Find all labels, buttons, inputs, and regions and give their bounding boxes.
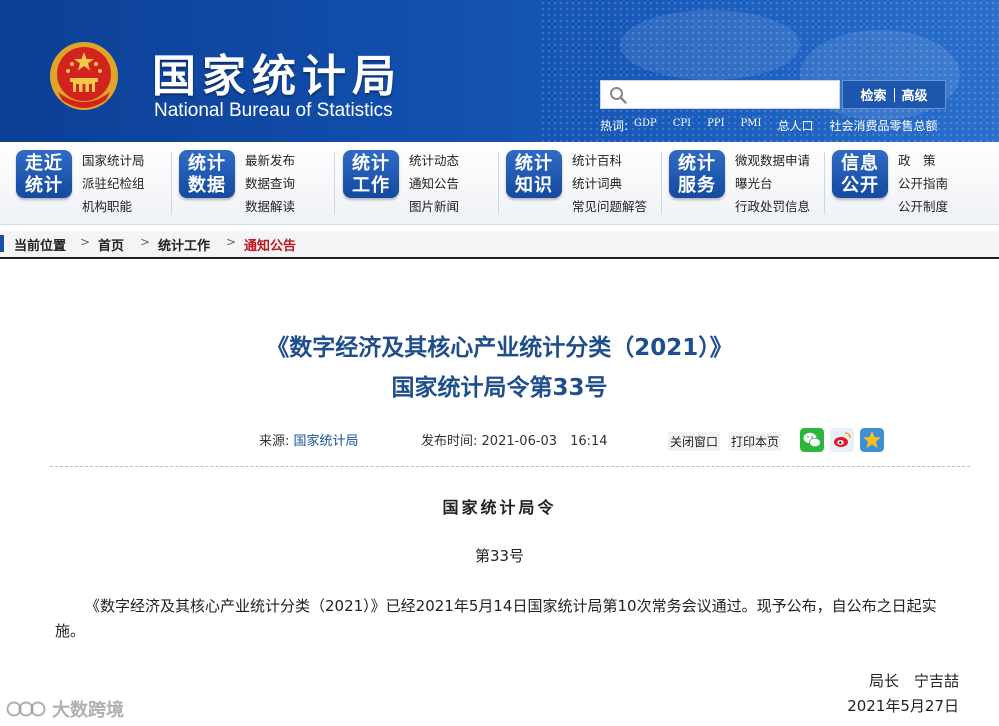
nav-group-service: 统计 服务 微观数据申请 曝光台 行政处罚信息 bbox=[669, 142, 825, 224]
order-number: 第33号 bbox=[474, 547, 525, 565]
watermark: 大数跨境 bbox=[6, 696, 124, 722]
nav-link-penalties[interactable]: 行政处罚信息 bbox=[735, 195, 810, 218]
article-divider bbox=[50, 466, 970, 467]
nav-link-microdata[interactable]: 微观数据申请 bbox=[735, 149, 810, 172]
watermark-logo-icon bbox=[6, 701, 46, 717]
search-input[interactable] bbox=[635, 84, 837, 107]
nav-link-photo-news[interactable]: 图片新闻 bbox=[409, 195, 459, 218]
nav-links: 微观数据申请 曝光台 行政处罚信息 bbox=[735, 149, 810, 218]
nav-link-stat-news[interactable]: 统计动态 bbox=[409, 149, 459, 172]
source-label: 来源: bbox=[259, 434, 290, 449]
nav-badge-work[interactable]: 统计 工作 bbox=[343, 150, 399, 198]
weibo-icon[interactable] bbox=[830, 428, 854, 452]
nav-group-work: 统计 工作 统计动态 通知公告 图片新闻 bbox=[343, 142, 499, 224]
nav-links: 统计动态 通知公告 图片新闻 bbox=[409, 149, 459, 218]
nav-link-notices[interactable]: 通知公告 bbox=[409, 172, 459, 195]
nav-link-latest-release[interactable]: 最新发布 bbox=[245, 149, 295, 172]
nav-links: 最新发布 数据查询 数据解读 bbox=[245, 149, 295, 218]
nav-group-knowledge: 统计 知识 统计百科 统计词典 常见问题解答 bbox=[506, 142, 662, 224]
nav-links: 国家统计局 派驻纪检组 机构职能 bbox=[82, 149, 145, 218]
print-page-button[interactable]: 打印本页 bbox=[729, 432, 782, 451]
search-box bbox=[600, 80, 840, 109]
search-icon bbox=[610, 87, 627, 104]
chevron-right-icon: > bbox=[226, 235, 237, 249]
close-window-button[interactable]: 关闭窗口 bbox=[668, 432, 721, 451]
article-subtitle: 国家统计局令第33号 bbox=[391, 375, 608, 401]
search-buttons: 检索 高级 bbox=[842, 80, 946, 109]
nav-link-data-interpretation[interactable]: 数据解读 bbox=[245, 195, 295, 218]
nav-link-faq[interactable]: 常见问题解答 bbox=[572, 195, 647, 218]
search-button[interactable]: 检索 bbox=[853, 85, 893, 104]
hot-word-ppi[interactable]: PPI bbox=[707, 118, 724, 134]
nav-link-dictionary[interactable]: 统计词典 bbox=[572, 172, 647, 195]
chevron-right-icon: > bbox=[80, 235, 91, 249]
wechat-icon[interactable] bbox=[800, 428, 824, 452]
order-heading: 国家统计局令 bbox=[442, 498, 557, 517]
nav-badge-data[interactable]: 统计 数据 bbox=[179, 150, 235, 198]
nav-link-policy[interactable]: 政 策 bbox=[898, 149, 948, 172]
hot-words-label: 热词: bbox=[600, 119, 629, 133]
hot-word-population[interactable]: 总人口 bbox=[777, 117, 813, 134]
nav-link-encyclopedia[interactable]: 统计百科 bbox=[572, 149, 647, 172]
nav-badge-about[interactable]: 走近 统计 bbox=[16, 150, 72, 198]
hot-word-retail-sales[interactable]: 社会消费品零售总额 bbox=[829, 117, 937, 134]
nav-link-nbs[interactable]: 国家统计局 bbox=[82, 149, 145, 172]
hot-words: 热词: GDP CPI PPI PMI 总人口 社会消费品零售总额 bbox=[600, 117, 954, 134]
date-value: 2021-06-03 16:14 bbox=[481, 434, 608, 449]
main-nav: 走近 统计 国家统计局 派驻纪检组 机构职能 统计 数据 最新发布 数据查询 数据解… bbox=[0, 142, 999, 225]
chevron-right-icon: > bbox=[140, 235, 151, 249]
site-header: 国家统计局 National Bureau of Statistics 检索 高… bbox=[0, 0, 999, 142]
nav-badge-knowledge[interactable]: 统计 知识 bbox=[506, 150, 562, 198]
source-link[interactable]: 国家统计局 bbox=[294, 434, 359, 449]
breadcrumb-stat-work[interactable]: 统计工作 bbox=[158, 235, 210, 254]
nav-link-disclosure-system[interactable]: 公开制度 bbox=[898, 195, 948, 218]
article-body: 《数字经济及其核心产业统计分类（2021）》已经2021年5月14日国家统计局第… bbox=[55, 597, 937, 640]
nav-link-exposure[interactable]: 曝光台 bbox=[735, 172, 810, 195]
signature-date: 2021年5月27日 bbox=[847, 697, 959, 715]
nav-links: 统计百科 统计词典 常见问题解答 bbox=[572, 149, 647, 218]
hot-word-gdp[interactable]: GDP bbox=[634, 118, 657, 134]
watermark-text: 大数跨境 bbox=[52, 700, 124, 721]
hot-word-cpi[interactable]: CPI bbox=[673, 118, 691, 134]
breadcrumb-home[interactable]: 首页 bbox=[98, 235, 124, 254]
advanced-search-button[interactable]: 高级 bbox=[895, 85, 935, 104]
breadcrumb-label: 当前位置 bbox=[14, 239, 67, 254]
nav-link-disclosure-guide[interactable]: 公开指南 bbox=[898, 172, 948, 195]
nav-group-about: 走近 统计 国家统计局 派驻纪检组 机构职能 bbox=[16, 142, 172, 224]
nav-link-functions[interactable]: 机构职能 bbox=[82, 195, 145, 218]
national-emblem-icon[interactable] bbox=[48, 40, 120, 112]
site-title-en: National Bureau of Statistics bbox=[154, 100, 393, 121]
nav-link-discipline-group[interactable]: 派驻纪检组 bbox=[82, 172, 145, 195]
map-blob bbox=[620, 10, 800, 80]
nav-group-data: 统计 数据 最新发布 数据查询 数据解读 bbox=[179, 142, 335, 224]
article-date: 发布时间: 2021-06-03 16:14 bbox=[421, 430, 608, 449]
breadcrumb-notices[interactable]: 通知公告 bbox=[244, 235, 296, 254]
site-title: 国家统计局 bbox=[152, 51, 402, 102]
nav-link-data-query[interactable]: 数据查询 bbox=[245, 172, 295, 195]
nav-links: 政 策 公开指南 公开制度 bbox=[898, 149, 948, 218]
article-title: 《数字经济及其核心产业统计分类（2021）》 bbox=[266, 335, 733, 361]
hot-word-pmi[interactable]: PMI bbox=[741, 118, 762, 134]
nav-badge-disclosure[interactable]: 信息 公开 bbox=[832, 150, 888, 198]
signature-title: 局长 宁吉喆 bbox=[868, 672, 959, 690]
breadcrumb: 当前位置 > 首页 > 统计工作 > 通知公告 bbox=[0, 231, 999, 259]
breadcrumb-marker bbox=[0, 235, 4, 252]
nav-group-disclosure: 信息 公开 政 策 公开指南 公开制度 bbox=[832, 142, 982, 224]
nav-badge-service[interactable]: 统计 服务 bbox=[669, 150, 725, 198]
date-label: 发布时间: bbox=[421, 434, 478, 449]
article-source: 来源: 国家统计局 bbox=[259, 430, 359, 449]
qzone-icon[interactable] bbox=[860, 428, 884, 452]
